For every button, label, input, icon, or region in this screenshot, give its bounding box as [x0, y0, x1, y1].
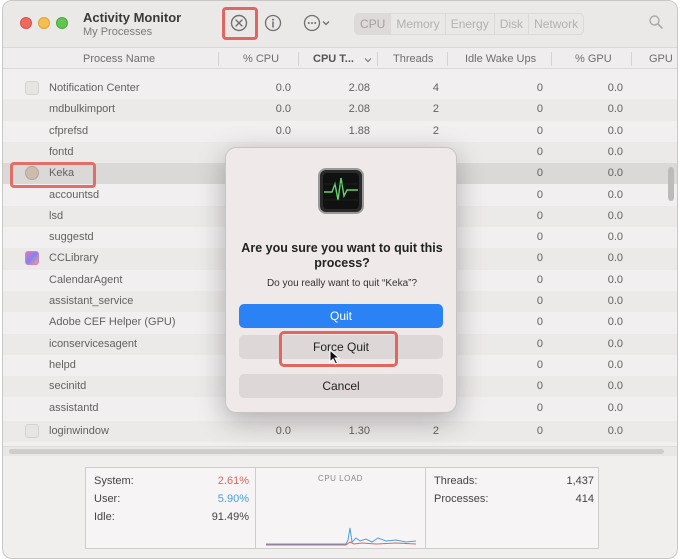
column-idle-wake-ups[interactable]: Idle Wake Ups	[465, 53, 536, 65]
idle-label: Idle:	[94, 511, 115, 523]
column-cpu[interactable]: % CPU	[243, 53, 279, 65]
app-subtitle: My Processes	[83, 26, 153, 38]
column-threads[interactable]: Threads	[393, 53, 433, 65]
tab-bar: CPU Memory Energy Disk Network	[354, 13, 585, 35]
ellipsis-circle-icon	[303, 14, 321, 32]
chevron-down-icon	[322, 21, 330, 26]
column-process-name[interactable]: Process Name	[83, 53, 155, 65]
cancel-button[interactable]: Cancel	[239, 374, 443, 398]
column-divider	[218, 52, 219, 66]
dialog-title: Are you sure you want to quit this proce…	[241, 241, 443, 270]
column-header-row: Process Name % CPU CPU T... Threads Idle…	[3, 47, 677, 69]
column-gpu[interactable]: % GPU	[575, 53, 612, 65]
chevron-down-icon	[364, 58, 372, 63]
column-divider	[631, 52, 632, 66]
info-icon	[264, 14, 282, 32]
user-value: 5.90%	[217, 493, 249, 505]
column-gpu-time[interactable]: GPU	[649, 53, 673, 65]
column-cpu-time[interactable]: CPU T...	[313, 53, 354, 65]
threads-label: Threads:	[434, 475, 478, 487]
cpu-load-section: CPU LOAD	[256, 468, 426, 548]
horizontal-scroll-thumb[interactable]	[9, 449, 664, 454]
tab-energy[interactable]: Energy	[445, 14, 495, 34]
column-divider	[298, 52, 299, 66]
more-actions-button[interactable]	[301, 12, 333, 34]
inspect-process-button[interactable]	[262, 12, 284, 34]
minimize-window-button[interactable]	[38, 17, 50, 29]
title-bar: Activity Monitor My Processes CPU Memory…	[3, 1, 677, 47]
quit-button[interactable]: Quit	[239, 304, 443, 328]
close-window-button[interactable]	[20, 17, 32, 29]
search-icon[interactable]	[648, 14, 664, 33]
process-count-section: Threads: 1,437 Processes: 414	[426, 468, 600, 548]
dialog-message: Do you really want to quit “Keka”?	[266, 278, 418, 289]
zoom-window-button[interactable]	[56, 17, 68, 29]
threads-count: 1,437	[566, 475, 594, 487]
cpu-load-title: CPU LOAD	[318, 474, 363, 483]
system-value: 2.61%	[217, 475, 249, 487]
cpu-stats-panel: System: 2.61% User: 5.90% Idle: 91.49% C…	[85, 467, 599, 549]
tab-cpu[interactable]: CPU	[355, 14, 392, 34]
tab-memory[interactable]: Memory	[391, 14, 446, 34]
app-title: Activity Monitor	[83, 10, 182, 25]
column-divider	[377, 52, 378, 66]
tab-disk[interactable]: Disk	[494, 14, 530, 34]
processes-label: Processes:	[434, 493, 489, 505]
quit-process-dialog: Are you sure you want to quit this proce…	[225, 147, 457, 413]
activity-monitor-app-icon	[318, 168, 364, 214]
column-divider	[447, 52, 448, 66]
idle-value: 91.49%	[211, 511, 249, 523]
column-divider	[551, 52, 552, 66]
mouse-pointer-icon	[329, 349, 341, 365]
user-label: User:	[94, 493, 121, 505]
tab-network[interactable]: Network	[529, 14, 584, 34]
cpu-usage-section: System: 2.61% User: 5.90% Idle: 91.49%	[86, 468, 256, 548]
processes-count: 414	[575, 493, 594, 505]
stop-button-highlight	[222, 7, 258, 40]
system-label: System:	[94, 475, 134, 487]
cpu-load-graph	[266, 527, 416, 546]
